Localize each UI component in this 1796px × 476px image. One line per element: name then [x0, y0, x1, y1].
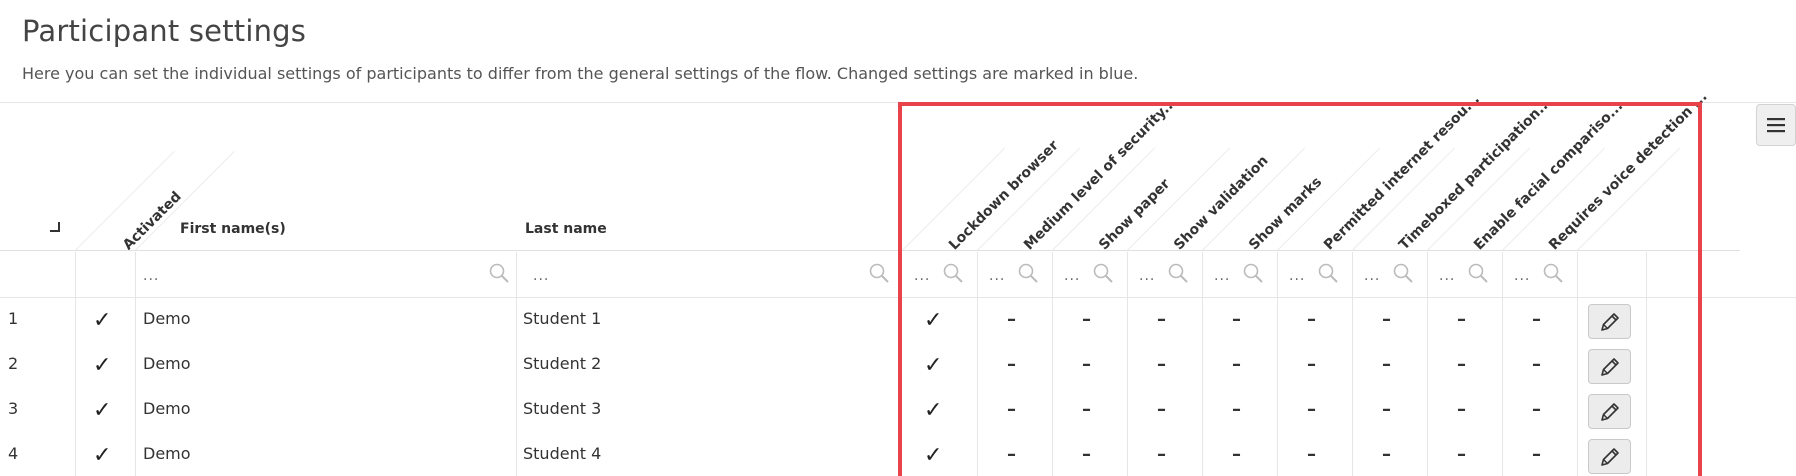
first-name-cell: Demo — [143, 309, 191, 328]
checkmark-icon[interactable]: ✓ — [93, 355, 111, 377]
row-number: 1 — [8, 309, 19, 328]
hamburger-menu-icon — [1767, 118, 1785, 133]
row-number: 3 — [8, 399, 19, 418]
last-name-cell: Student 1 — [523, 309, 602, 328]
page-description: Here you can set the individual settings… — [22, 64, 1139, 83]
row-number: 4 — [8, 444, 19, 463]
first-name-filter-input[interactable]: ... — [143, 268, 159, 284]
first-name-cell: Demo — [143, 444, 191, 463]
checkmark-icon[interactable]: ✓ — [93, 445, 111, 467]
column-header-first-name[interactable]: First name(s) — [180, 221, 286, 237]
column-separator — [516, 252, 517, 476]
page-title: Participant settings — [22, 14, 307, 48]
first-name-cell: Demo — [143, 354, 191, 373]
column-header-activated[interactable]: Activated — [120, 189, 185, 254]
magnifier-icon[interactable] — [868, 262, 890, 284]
last-name-cell: Student 3 — [523, 399, 602, 418]
checkmark-icon[interactable]: ✓ — [93, 310, 111, 332]
last-name-cell: Student 2 — [523, 354, 602, 373]
select-all-corner-icon[interactable] — [50, 222, 60, 232]
column-separator — [75, 252, 76, 476]
last-name-filter-input[interactable]: ... — [533, 268, 549, 284]
row-number: 2 — [8, 354, 19, 373]
column-separator — [135, 252, 136, 476]
column-header-last-name[interactable]: Last name — [525, 221, 607, 237]
first-name-cell: Demo — [143, 399, 191, 418]
checkmark-icon[interactable]: ✓ — [93, 400, 111, 422]
highlight-box — [898, 102, 1702, 476]
magnifier-icon[interactable] — [488, 262, 510, 284]
column-menu-button[interactable] — [1756, 104, 1796, 146]
last-name-cell: Student 4 — [523, 444, 602, 463]
